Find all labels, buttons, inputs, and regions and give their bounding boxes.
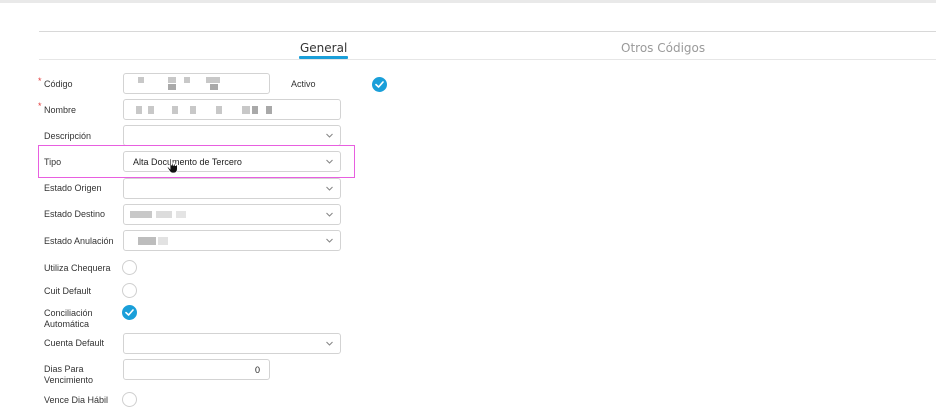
conciliacion-label-line2: Automática (44, 319, 90, 329)
estado-destino-label: Estado Destino (44, 209, 106, 219)
check-icon (125, 309, 134, 316)
top-divider (0, 0, 936, 3)
codigo-label: Código (44, 79, 73, 89)
redacted-text (136, 106, 142, 114)
cuit-default-label: Cuit Default (44, 286, 92, 296)
estado-destino-select[interactable] (123, 204, 341, 225)
redacted-text (138, 237, 156, 245)
descripcion-select[interactable] (123, 125, 341, 146)
redacted-text (210, 84, 218, 90)
redacted-text (184, 77, 190, 83)
estado-anulacion-label: Estado Anulación (44, 236, 114, 246)
redacted-text (216, 106, 222, 114)
active-tab-indicator (299, 56, 349, 59)
dias-vencimiento-label-line1: Dias Para (44, 364, 84, 374)
redacted-text (138, 77, 144, 83)
estado-origen-select[interactable] (123, 178, 341, 199)
chevron-down-icon (326, 133, 333, 138)
vence-dia-habil-label: Vence Dia Hábil (44, 395, 109, 405)
redacted-text (172, 106, 178, 114)
redacted-text (252, 106, 258, 114)
activo-label: Activo (291, 79, 316, 89)
redacted-text (158, 237, 168, 245)
utiliza-chequera-checkbox[interactable] (122, 260, 137, 275)
required-mark: * (38, 101, 42, 111)
conciliacion-checkbox[interactable] (122, 305, 137, 320)
codigo-input[interactable] (123, 73, 270, 94)
utiliza-chequera-label: Utiliza Chequera (44, 263, 111, 273)
chevron-down-icon (326, 341, 333, 346)
redacted-text (242, 106, 250, 114)
tab-general-label: General (300, 41, 348, 55)
dias-vencimiento-value: 0 (254, 365, 260, 375)
redacted-text (156, 211, 172, 218)
tab-otros-codigos-label: Otros Códigos (621, 41, 706, 55)
redacted-text (168, 77, 176, 83)
redacted-text (130, 211, 152, 218)
required-mark: * (38, 76, 42, 86)
redacted-text (148, 106, 154, 114)
chevron-down-icon (326, 186, 333, 191)
cuit-default-checkbox[interactable] (122, 283, 137, 298)
tab-bar: General Otros Códigos (39, 31, 936, 60)
redacted-text (176, 211, 186, 218)
dias-vencimiento-label-line2: Vencimiento (44, 375, 94, 385)
dias-vencimiento-input[interactable]: 0 (123, 359, 270, 380)
vence-dia-habil-checkbox[interactable] (122, 392, 137, 407)
redacted-text (206, 77, 220, 83)
estado-origen-label: Estado Origen (44, 183, 102, 193)
redacted-text (168, 84, 176, 90)
descripcion-label: Descripción (44, 131, 92, 141)
cuenta-default-label: Cuenta Default (44, 338, 105, 348)
redacted-text (190, 106, 196, 114)
estado-anulacion-select[interactable] (123, 230, 341, 251)
nombre-label: Nombre (44, 105, 77, 115)
check-icon (375, 81, 384, 88)
tab-otros-codigos[interactable]: Otros Códigos (621, 41, 705, 55)
tab-general[interactable]: General (299, 41, 349, 59)
chevron-down-icon (326, 212, 333, 217)
tipo-highlight-box (38, 145, 355, 178)
redacted-text (266, 106, 272, 114)
conciliacion-label-line1: Conciliación (44, 308, 93, 318)
chevron-down-icon (326, 238, 333, 243)
nombre-input[interactable] (123, 99, 341, 120)
hand-pointer-icon (166, 158, 178, 174)
activo-checkbox[interactable] (372, 77, 387, 92)
cuenta-default-select[interactable] (123, 333, 341, 354)
